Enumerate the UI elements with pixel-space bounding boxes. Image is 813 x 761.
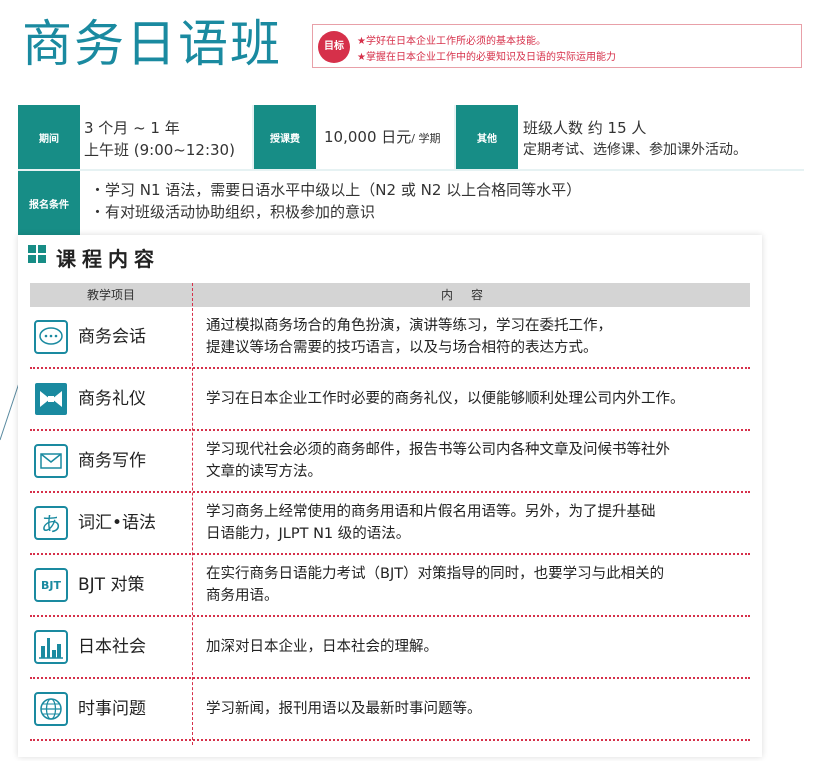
grid-icon	[28, 245, 46, 263]
period-value: 3 个月 ~ 1 年 上午班 (9:00~12:30)	[80, 105, 252, 169]
icon-glyph: BJT	[41, 579, 61, 592]
row-desc: 通过模拟商务场合的角色扮演，演讲等练习，学习在委托工作， 提建议等场合需要的技巧…	[206, 307, 746, 367]
table-row: BJT BJT 对策 在实行商务日语能力考试（BJT）对策指导的同时，也要学习与…	[30, 555, 750, 617]
desc-line: 文章的读写方法。	[206, 464, 322, 480]
desc-line: 日语能力，JLPT N1 级的语法。	[206, 526, 411, 542]
desc-line: 学习新闻，报刊用语以及最新时事问题等。	[206, 701, 482, 717]
row-name: 商务礼仪	[78, 389, 146, 409]
fee-label: 授课费	[254, 105, 316, 169]
goal-line-2: ★掌握在日本企业工作中的必要知识及日语的实际运用能力	[357, 52, 616, 63]
period-label: 期间	[18, 105, 80, 169]
row-desc: 在实行商务日语能力考试（BJT）对策指导的同时，也要学习与此相关的 商务用语。	[206, 555, 746, 615]
other-line-1: 班级人数 约 15 人	[523, 119, 647, 137]
row-name: 商务写作	[78, 451, 146, 471]
row-name: BJT 对策	[78, 575, 145, 595]
desc-line: 加深对日本企业，日本社会的理解。	[206, 639, 438, 655]
icon-glyph: あ	[41, 512, 61, 536]
table-row: あ 词汇•语法 学习商务上经常使用的商务用语和片假名用语等。另外，为了提升基础 …	[30, 493, 750, 555]
info-table: 期间 3 个月 ~ 1 年 上午班 (9:00~12:30) 授课费 10,00…	[18, 105, 804, 235]
fee-unit: / 学期	[411, 132, 441, 145]
speech-bubble-icon	[34, 320, 68, 354]
course-title: 课程内容	[56, 247, 160, 271]
desc-line: 学习商务上经常使用的商务用语和片假名用语等。另外，为了提升基础	[206, 504, 656, 520]
envelope-icon	[34, 444, 68, 478]
row-name: 词汇•语法	[78, 513, 157, 533]
requirement-value: ・学习 N1 语法，需要日语水平中级以上（N2 或 N2 以上合格同等水平） ・…	[80, 171, 804, 235]
desc-line: 商务用语。	[206, 588, 279, 604]
row-desc: 学习商务上经常使用的商务用语和片假名用语等。另外，为了提升基础 日语能力，JLP…	[206, 493, 746, 553]
row-name: 日本社会	[78, 637, 146, 657]
fee-value: 10,000 日元/ 学期	[316, 105, 454, 169]
row-desc: 学习现代社会必须的商务邮件，报告书等公司内各种文章及问候书等社外 文章的读写方法…	[206, 431, 746, 491]
desc-line: 学习现代社会必须的商务邮件，报告书等公司内各种文章及问候书等社外	[206, 442, 670, 458]
table-row: 商务会话 通过模拟商务场合的角色扮演，演讲等练习，学习在委托工作， 提建议等场合…	[30, 307, 750, 369]
requirement-line-1: ・学习 N1 语法，需要日语水平中级以上（N2 或 N2 以上合格同等水平）	[90, 181, 582, 199]
row-name: 商务会话	[78, 327, 146, 347]
other-line-2: 定期考试、选修课、参加课外活动。	[523, 142, 747, 158]
bjt-icon: BJT	[34, 568, 68, 602]
row-name: 时事问题	[78, 699, 146, 719]
requirement-line-2: ・有对班级活动协助组织，积极参加的意识	[90, 203, 376, 221]
bow-tie-icon	[35, 383, 67, 415]
other-value: 班级人数 约 15 人 定期考试、选修课、参加课外活动。	[518, 105, 804, 169]
city-skyline-icon	[34, 630, 68, 664]
goal-line-1: ★学好在日本企业工作所必须的基本技能。	[357, 36, 546, 47]
course-section: 课程内容 教学项目 内容 商务会话 通过模拟商务场合的角色扮演，演讲等练习，学习…	[18, 235, 762, 757]
table-row: 日本社会 加深对日本企业，日本社会的理解。	[30, 617, 750, 679]
fee-amount: 10,000 日元	[324, 128, 412, 146]
desc-line: 通过模拟商务场合的角色扮演，演讲等练习，学习在委托工作，	[206, 318, 612, 334]
header-item: 教学项目	[86, 288, 135, 302]
row-desc: 学习新闻，报刊用语以及最新时事问题等。	[206, 679, 746, 739]
requirement-label: 报名条件	[18, 171, 80, 235]
table-row: 时事问题 学习新闻，报刊用语以及最新时事问题等。	[30, 679, 750, 741]
globe-icon	[34, 692, 68, 726]
table-row: 商务写作 学习现代社会必须的商务邮件，报告书等公司内各种文章及问候书等社外 文章…	[30, 431, 750, 493]
other-label: 其他	[456, 105, 518, 169]
desc-line: 在实行商务日语能力考试（BJT）对策指导的同时，也要学习与此相关的	[206, 566, 665, 582]
row-desc: 学习在日本企业工作时必要的商务礼仪，以便能够顺利处理公司内外工作。	[206, 369, 746, 429]
header-content: 内容	[440, 288, 501, 302]
row-desc: 加深对日本企业，日本社会的理解。	[206, 617, 746, 677]
goal-box: 目标 ★学好在日本企业工作所必须的基本技能。 ★掌握在日本企业工作中的必要知识及…	[312, 24, 802, 68]
period-line-2: 上午班 (9:00~12:30)	[84, 141, 235, 159]
desc-line: 提建议等场合需要的技巧语言，以及与场合相符的表达方式。	[206, 340, 598, 356]
table-header: 教学项目 内容	[30, 283, 750, 307]
table-row: 商务礼仪 学习在日本企业工作时必要的商务礼仪，以便能够顺利处理公司内外工作。	[30, 369, 750, 431]
goal-badge: 目标	[318, 31, 350, 63]
desc-line: 学习在日本企业工作时必要的商务礼仪，以便能够顺利处理公司内外工作。	[206, 391, 685, 407]
period-line-1: 3 个月 ~ 1 年	[84, 119, 180, 137]
hiragana-a-icon: あ	[34, 506, 68, 540]
page-title: 商务日语班	[22, 15, 282, 73]
